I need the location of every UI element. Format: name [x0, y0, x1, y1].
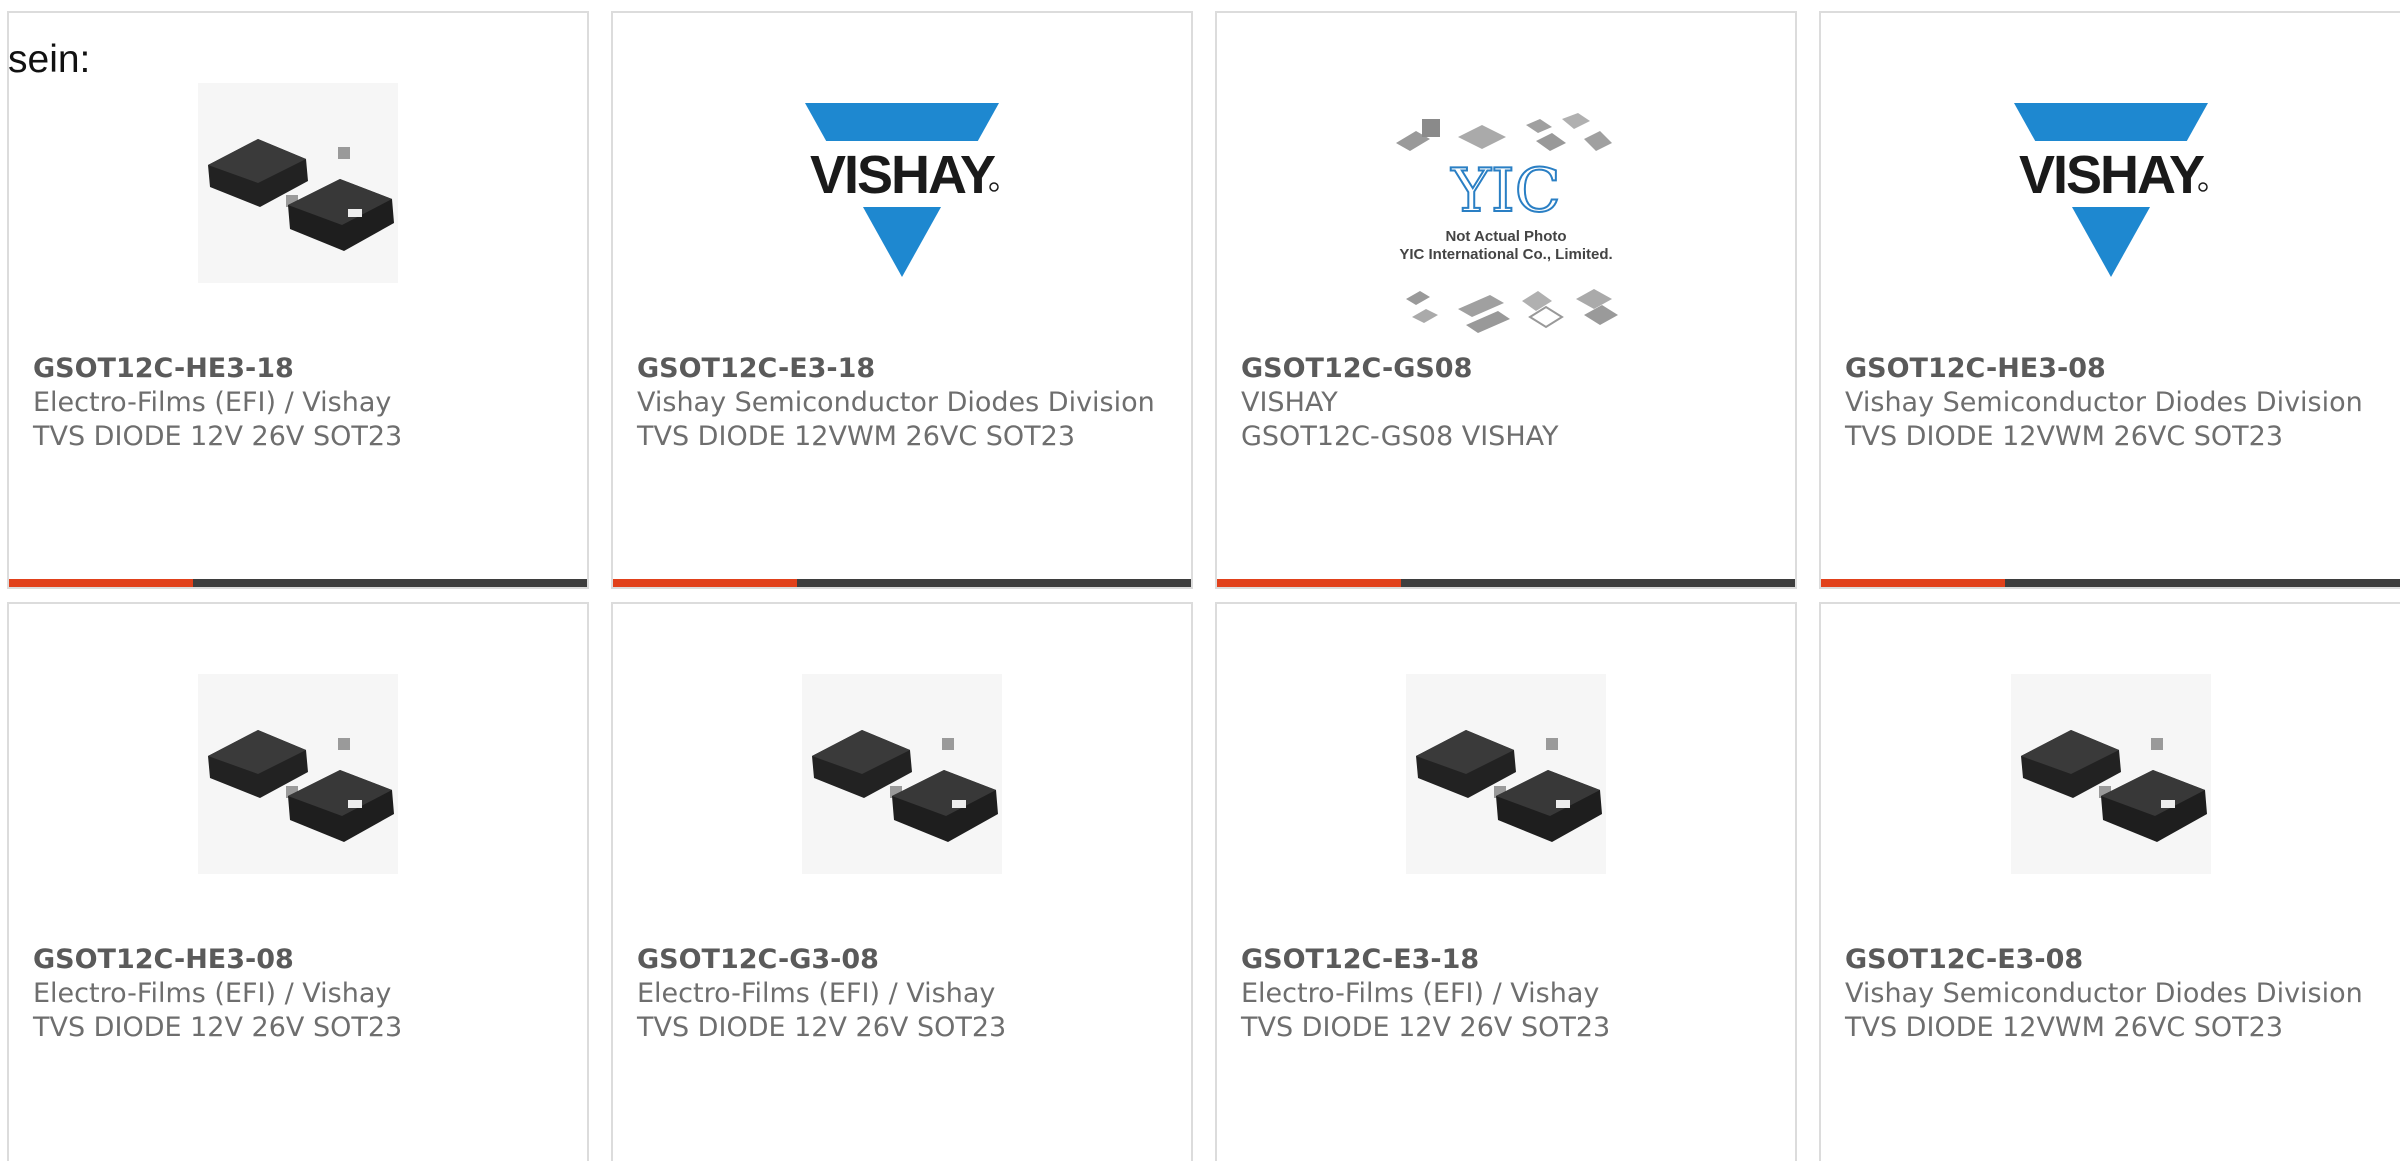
card-accent [1821, 579, 2005, 587]
vishay-logo-icon: VISHAY [802, 103, 1002, 277]
part-number[interactable]: GSOT12C-HE3-18 [33, 352, 563, 386]
description: TVS DIODE 12V 26V SOT23 [33, 421, 403, 452]
product-info: GSOT12C-HE3-08 Electro-Films (EFI) / Vis… [33, 943, 563, 1045]
part-number[interactable]: GSOT12C-HE3-08 [33, 943, 563, 977]
product-image[interactable] [1406, 674, 1606, 874]
description: TVS DIODE 12VWM 26VC SOT23 [1845, 1012, 2284, 1043]
product-image[interactable]: VISHAY [802, 83, 1002, 283]
sot23-package-icon [198, 83, 398, 283]
manufacturer: Vishay Semiconductor Diodes Division [1845, 387, 2363, 418]
sot23-package-icon [1406, 674, 1606, 874]
product-image[interactable] [198, 83, 398, 283]
part-number[interactable]: GSOT12C-E3-08 [1845, 943, 2376, 977]
product-image[interactable] [198, 674, 398, 874]
product-info: GSOT12C-G3-08 Electro-Films (EFI) / Vish… [637, 943, 1167, 1045]
part-number[interactable]: GSOT12C-E3-18 [1241, 943, 1771, 977]
part-number[interactable]: GSOT12C-GS08 [1241, 352, 1771, 386]
description: TVS DIODE 12V 26V SOT23 [33, 1012, 403, 1043]
svg-text:Not Actual Photo: Not Actual Photo [1445, 228, 1566, 245]
product-info: GSOT12C-E3-08 Vishay Semiconductor Diode… [1845, 943, 2376, 1045]
sot23-package-icon [2010, 674, 2211, 874]
product-card[interactable]: GSOT12C-E3-18 Electro-Films (EFI) / Vish… [1215, 602, 1797, 1161]
card-accent [9, 579, 193, 587]
product-image[interactable]: YIC Not Actual Photo YIC International C… [1386, 103, 1626, 353]
card-accent [1217, 579, 1401, 587]
sot23-package-icon [198, 674, 398, 874]
sot23-package-icon [802, 674, 1002, 874]
card-footer-bar [1821, 579, 2400, 587]
product-image[interactable] [802, 674, 1002, 874]
svg-text:YIC: YIC [1450, 156, 1560, 226]
product-card[interactable]: GSOT12C-E3-08 Vishay Semiconductor Diode… [1819, 602, 2400, 1161]
card-accent [613, 579, 797, 587]
product-info: GSOT12C-E3-18 Vishay Semiconductor Diode… [637, 352, 1167, 454]
part-number[interactable]: GSOT12C-G3-08 [637, 943, 1167, 977]
product-info: GSOT12C-E3-18 Electro-Films (EFI) / Vish… [1241, 943, 1771, 1045]
intro-text: sein: [8, 38, 91, 81]
yic-placeholder-icon: YIC Not Actual Photo YIC International C… [1396, 113, 1618, 333]
product-card[interactable]: YIC Not Actual Photo YIC International C… [1215, 11, 1797, 589]
product-info: GSOT12C-GS08 VISHAY GSOT12C-GS08 VISHAY [1241, 352, 1771, 454]
card-footer-bar [1217, 579, 1795, 587]
product-image[interactable]: VISHAY [2010, 83, 2211, 283]
manufacturer: Electro-Films (EFI) / Vishay [33, 387, 392, 418]
manufacturer: Electro-Films (EFI) / Vishay [33, 978, 392, 1009]
part-number[interactable]: GSOT12C-HE3-08 [1845, 352, 2376, 386]
product-image[interactable] [2010, 674, 2211, 874]
svg-text:YIC International Co., Limited: YIC International Co., Limited. [1399, 246, 1612, 263]
manufacturer: Electro-Films (EFI) / Vishay [637, 978, 996, 1009]
svg-text:VISHAY: VISHAY [2018, 145, 2204, 205]
svg-text:VISHAY: VISHAY [810, 145, 996, 205]
manufacturer: Vishay Semiconductor Diodes Division [1845, 978, 2363, 1009]
product-card[interactable]: VISHAY GSOT12C-E3-18 Vishay Semiconducto… [611, 11, 1193, 589]
part-number[interactable]: GSOT12C-E3-18 [637, 352, 1167, 386]
product-card[interactable]: VISHAY GSOT12C-HE3-08 Vishay Semiconduct… [1819, 11, 2400, 589]
vishay-logo-icon: VISHAY [2010, 103, 2211, 277]
description: GSOT12C-GS08 VISHAY [1241, 421, 1559, 452]
description: TVS DIODE 12VWM 26VC SOT23 [1845, 421, 2284, 452]
card-footer-bar [9, 579, 587, 587]
manufacturer: Vishay Semiconductor Diodes Division [637, 387, 1155, 418]
product-info: GSOT12C-HE3-08 Vishay Semiconductor Diod… [1845, 352, 2376, 454]
manufacturer: VISHAY [1241, 387, 1338, 418]
product-info: GSOT12C-HE3-18 Electro-Films (EFI) / Vis… [33, 352, 563, 454]
description: TVS DIODE 12VWM 26VC SOT23 [637, 421, 1076, 452]
manufacturer: Electro-Films (EFI) / Vishay [1241, 978, 1600, 1009]
description: TVS DIODE 12V 26V SOT23 [637, 1012, 1007, 1043]
product-card[interactable]: GSOT12C-HE3-08 Electro-Films (EFI) / Vis… [7, 602, 589, 1161]
product-card[interactable]: GSOT12C-G3-08 Electro-Films (EFI) / Vish… [611, 602, 1193, 1161]
product-card[interactable]: GSOT12C-HE3-18 Electro-Films (EFI) / Vis… [7, 11, 589, 589]
card-footer-bar [613, 579, 1191, 587]
description: TVS DIODE 12V 26V SOT23 [1241, 1012, 1611, 1043]
